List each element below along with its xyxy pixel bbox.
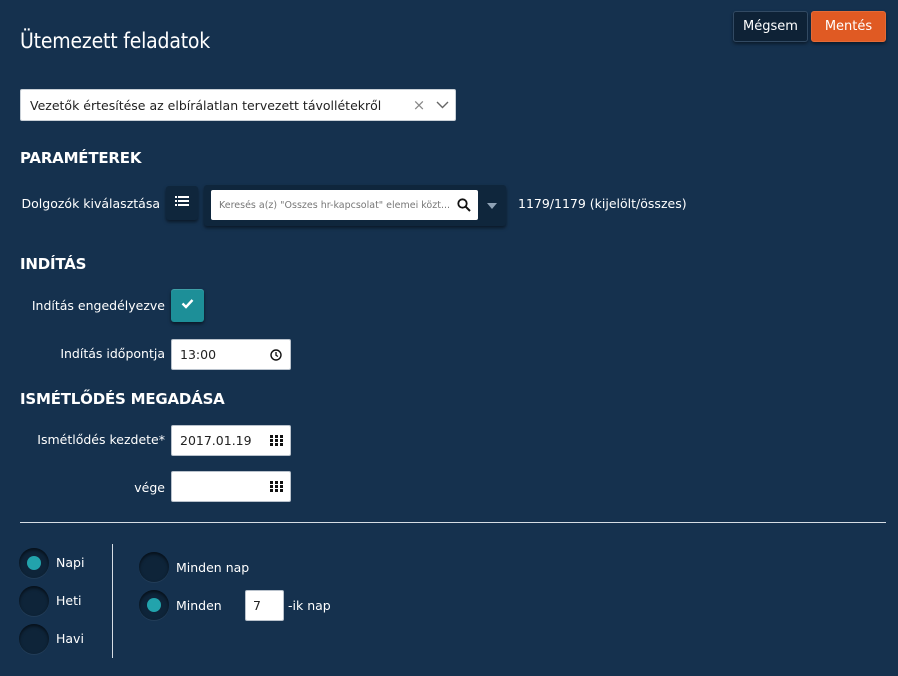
section-divider	[20, 522, 886, 523]
start-time-value: 13:00	[180, 347, 217, 362]
page-title: Ütemezett feladatok	[20, 29, 211, 53]
task-select[interactable]: Vezetők értesítése az elbírálatlan terve…	[20, 89, 456, 121]
radio-heti-label: Heti	[56, 593, 82, 608]
employee-dropdown-toggle[interactable]	[480, 190, 504, 220]
start-enabled-label: Indítás engedélyezve	[31, 298, 165, 313]
task-select-value: Vezetők értesítése az elbírálatlan terve…	[30, 97, 382, 113]
list-icon	[175, 195, 189, 211]
section-recurrence: ISMÉTLŐDÉS MEGADÁSA	[20, 390, 225, 408]
section-start: INDÍTÁS	[20, 255, 87, 273]
list-button[interactable]	[166, 186, 198, 220]
check-icon	[181, 298, 194, 313]
selection-count: 1179/1179 (kijelölt/összes)	[518, 196, 687, 211]
radio-selected-dot	[27, 556, 41, 570]
radio-every-day-label: Minden nap	[176, 560, 250, 575]
recurrence-start-label: Ismétlődés kezdete*	[37, 432, 165, 447]
caret-down-icon	[487, 198, 497, 213]
recurrence-start-value: 2017.01.19	[180, 433, 252, 448]
recurrence-end-input[interactable]	[171, 471, 291, 502]
search-placeholder: Keresés a(z) "Összes hr-kapcsolat" eleme…	[219, 199, 450, 211]
radio-napi[interactable]	[19, 548, 49, 578]
chevron-down-icon[interactable]	[429, 101, 455, 109]
radio-havi[interactable]	[19, 624, 49, 654]
radio-every-day[interactable]	[139, 552, 169, 582]
radio-every-n-days[interactable]	[139, 590, 169, 620]
radio-heti[interactable]	[19, 586, 49, 616]
cancel-button[interactable]: Mégsem	[733, 11, 808, 42]
clock-icon[interactable]	[262, 348, 290, 361]
start-enabled-checkbox[interactable]	[171, 289, 204, 322]
radio-napi-label: Napi	[56, 555, 85, 570]
clear-icon[interactable]: ×	[409, 96, 429, 114]
vertical-divider	[112, 544, 113, 658]
start-time-label: Indítás időpontja	[60, 346, 165, 361]
every-n-suffix: -ik nap	[288, 598, 331, 613]
search-icon[interactable]	[450, 198, 478, 212]
calendar-icon[interactable]	[262, 435, 290, 446]
employees-label: Dolgozók kiválasztása	[21, 196, 160, 211]
radio-havi-label: Havi	[56, 631, 84, 646]
employee-search-input[interactable]: Keresés a(z) "Összes hr-kapcsolat" eleme…	[211, 190, 478, 220]
save-button[interactable]: Mentés	[811, 11, 886, 42]
radio-selected-dot	[147, 598, 161, 612]
recurrence-end-label: vége	[134, 480, 165, 495]
start-time-input[interactable]: 13:00	[171, 339, 291, 370]
every-n-days-input[interactable]: 7	[245, 590, 284, 621]
calendar-icon[interactable]	[262, 481, 290, 492]
section-parameters: PARAMÉTEREK	[20, 149, 142, 167]
recurrence-start-input[interactable]: 2017.01.19	[171, 425, 291, 456]
radio-every-n-label: Minden	[176, 598, 222, 613]
